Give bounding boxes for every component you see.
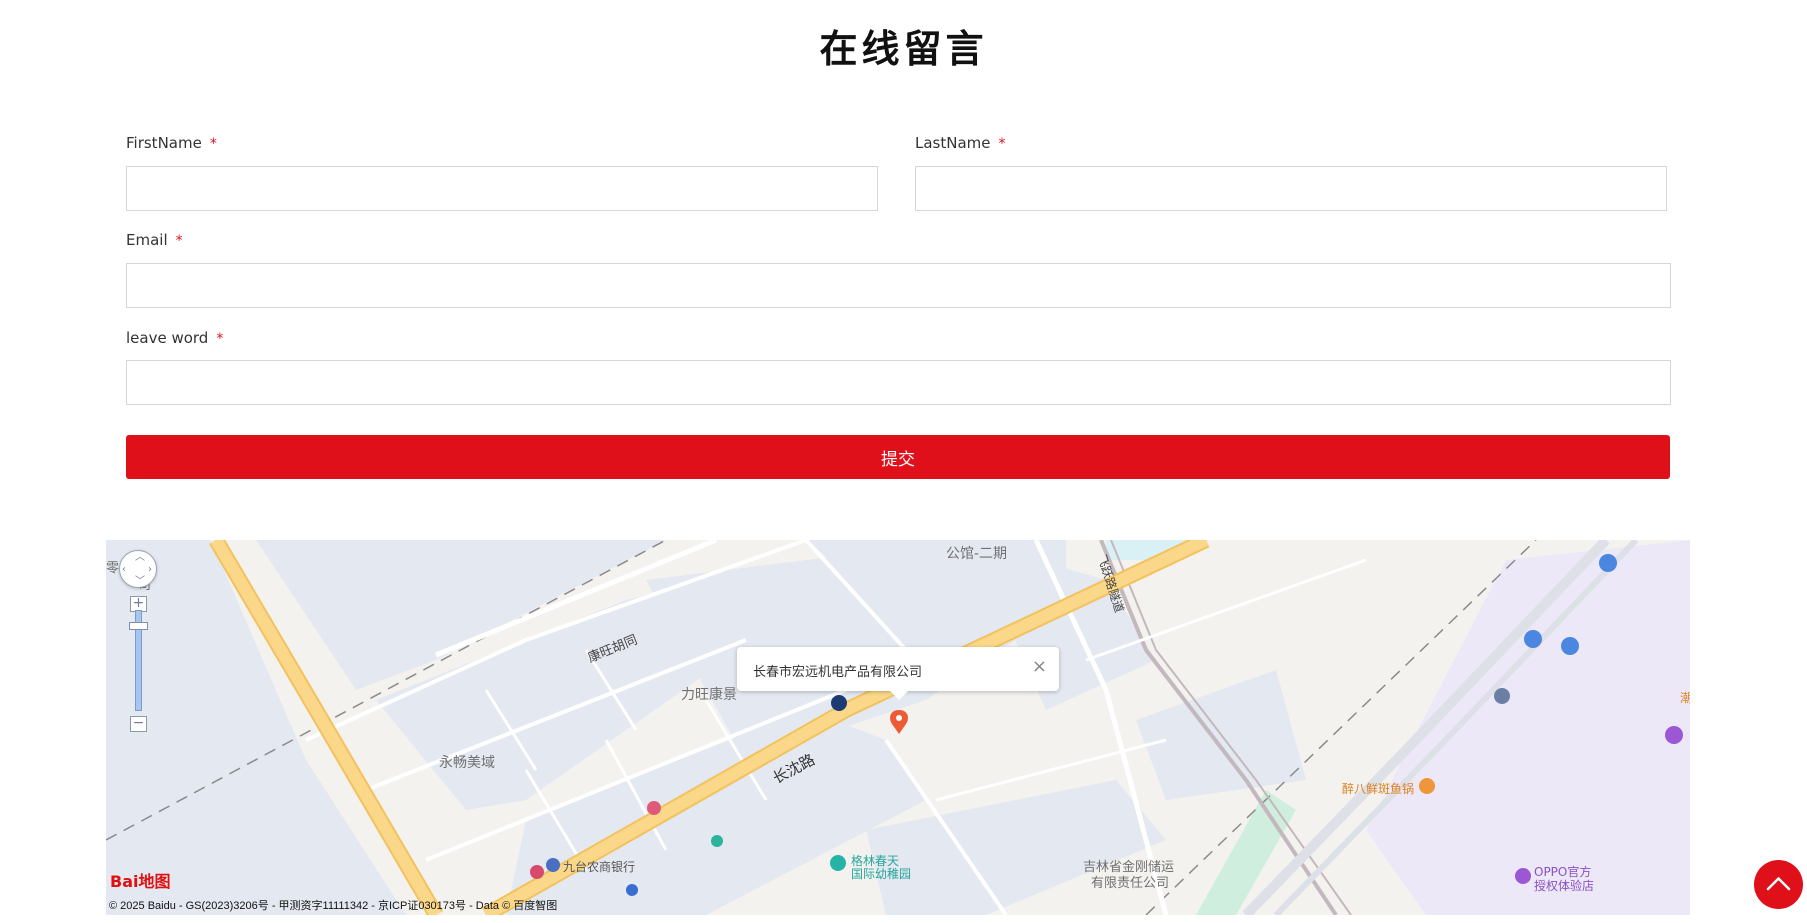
leave-word-label-text: leave word xyxy=(126,329,209,347)
popup-company-name: 长春市宏远机电产品有限公司 xyxy=(753,665,923,680)
required-mark: * xyxy=(209,136,217,152)
first-name-input[interactable] xyxy=(126,166,878,211)
zoom-out-button[interactable]: − xyxy=(130,716,147,732)
pan-left-icon[interactable]: ‹ xyxy=(122,565,126,575)
leave-word-label: leave word * xyxy=(126,329,223,347)
close-icon[interactable]: × xyxy=(1032,657,1047,677)
chevron-up-icon xyxy=(1766,877,1791,891)
contact-page: 在线留言 FirstName * LastName * Email * leave w… xyxy=(0,0,1807,923)
back-to-top-button[interactable] xyxy=(1754,860,1803,909)
baidu-map-logo: Bai地图 xyxy=(110,872,171,891)
map-label-liwang-kangjing: 力旺康景 xyxy=(681,687,737,703)
page-title: 在线留言 xyxy=(819,27,988,71)
pan-down-icon[interactable]: ﹀ xyxy=(135,577,145,587)
last-name-label: LastName * xyxy=(915,134,1006,152)
submit-button[interactable]: 提交 xyxy=(126,435,1670,479)
last-name-input[interactable] xyxy=(915,166,1667,211)
popup-pointer xyxy=(890,691,908,700)
leave-word-input[interactable] xyxy=(126,360,1671,405)
pan-up-icon[interactable]: ︿ xyxy=(135,553,145,563)
email-label-text: Email xyxy=(126,231,168,249)
map-label-jingang-line2: 有限责任公司 xyxy=(1091,876,1170,891)
location-pin-icon xyxy=(890,710,908,734)
first-name-label: FirstName * xyxy=(126,134,217,152)
last-name-label-text: LastName xyxy=(915,134,991,152)
map-label-fragment: 潮 xyxy=(1680,691,1690,705)
pan-right-icon[interactable]: › xyxy=(148,565,152,575)
email-input[interactable] xyxy=(126,263,1671,308)
map-label-gongguan: 公馆-二期 xyxy=(946,546,1008,562)
email-label: Email * xyxy=(126,231,183,249)
first-name-label-text: FirstName xyxy=(126,134,202,152)
poi-kindergarten-line2: 国际幼稚园 xyxy=(851,867,912,881)
poi-oppo-line2: 授权体验店 xyxy=(1534,879,1595,893)
map-info-popup: 长春市宏远机电产品有限公司 × xyxy=(737,647,1059,700)
poi-jiutai-bank: 九台农商银行 xyxy=(563,860,636,874)
map-label-yonghan-meiyu: 永畅美域 xyxy=(439,755,495,771)
map-label-fragment: 零 xyxy=(106,561,120,576)
baidu-map[interactable]: 零 司 公馆-二期 飞跃路隧道 康旺胡同 力旺康景 永畅美域 长沈路 九台农商银… xyxy=(106,540,1690,915)
map-copyright: © 2025 Baidu - GS(2023)3206号 - 甲测资字11111… xyxy=(109,900,558,912)
zoom-slider-handle[interactable] xyxy=(129,622,148,630)
required-mark: * xyxy=(175,233,183,249)
map-pan-control[interactable]: ︿ ﹀ ‹ › xyxy=(119,550,157,588)
poi-fish-restaurant: 醉八鲜斑鱼锅 xyxy=(1342,782,1415,796)
required-mark: * xyxy=(998,136,1006,152)
required-mark: * xyxy=(216,331,224,347)
